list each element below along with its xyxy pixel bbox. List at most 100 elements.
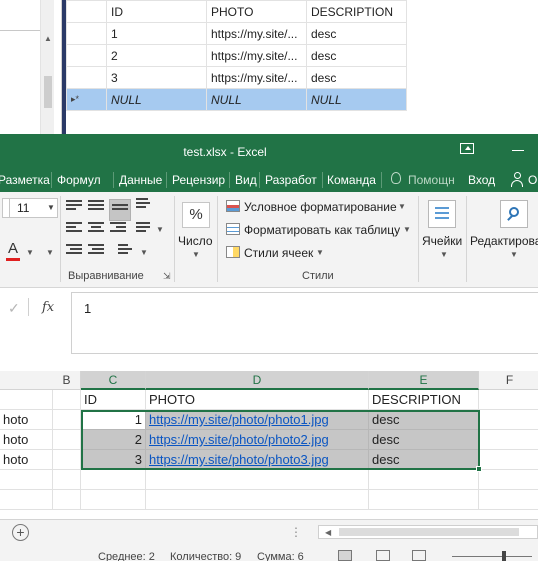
cell-name-partial[interactable]: hoto (0, 430, 53, 450)
chevron-down-icon[interactable]: ▼ (316, 248, 324, 257)
row-header[interactable] (66, 44, 107, 67)
cell-description[interactable]: desc (369, 450, 479, 470)
new-row-marker-icon[interactable]: ▸* (66, 88, 107, 111)
cells-button[interactable]: Ячейки (422, 234, 462, 248)
cell[interactable] (81, 490, 146, 510)
sign-in-link[interactable]: Вход (468, 173, 495, 187)
cell[interactable] (0, 490, 53, 510)
chevron-down-icon[interactable]: ▼ (26, 248, 34, 257)
row-header-corner[interactable] (66, 0, 107, 23)
lightbulb-icon[interactable] (391, 172, 401, 184)
fill-handle[interactable] (476, 466, 482, 472)
cell[interactable] (369, 470, 479, 490)
font-color-icon[interactable]: A (8, 240, 18, 257)
cell[interactable] (146, 470, 369, 490)
cell-description-header[interactable]: DESCRIPTION (369, 390, 479, 410)
check-icon[interactable]: ✓ (8, 300, 20, 317)
format-as-table-button[interactable]: Форматировать как таблицу (244, 223, 400, 237)
cell[interactable] (479, 430, 538, 450)
ribbon-display-options-icon[interactable] (460, 143, 474, 154)
font-size-select[interactable]: 11 ▼ (2, 198, 58, 218)
column-header-b[interactable]: B (53, 371, 81, 390)
align-bottom-icon[interactable] (109, 199, 131, 221)
align-middle-icon[interactable] (88, 200, 104, 214)
column-header-d[interactable]: D (146, 371, 369, 390)
align-center-icon[interactable] (88, 222, 104, 236)
text-direction-icon[interactable] (118, 244, 134, 258)
cell-description[interactable]: desc (306, 66, 407, 89)
row-header[interactable] (66, 66, 107, 89)
cell-id[interactable]: NULL (106, 88, 207, 111)
column-header-a[interactable] (0, 371, 53, 390)
cell-description[interactable]: desc (306, 22, 407, 45)
tab-developer[interactable]: Разработ (265, 173, 317, 187)
cell[interactable] (479, 390, 538, 410)
cell[interactable] (53, 490, 81, 510)
page-break-view-icon[interactable] (412, 550, 426, 561)
chevron-down-icon[interactable]: ▼ (156, 225, 164, 234)
cell[interactable] (53, 390, 81, 410)
column-header-e[interactable]: E (369, 371, 479, 390)
new-row[interactable]: ▸* NULL NULL NULL (66, 88, 407, 111)
cell-photo-link[interactable]: https://my.site/photo/photo1.jpg (146, 410, 369, 430)
cell-description[interactable]: desc (369, 430, 479, 450)
cell-photo[interactable]: https://my.site/... (206, 44, 307, 67)
chevron-down-icon[interactable]: ▼ (46, 248, 54, 257)
align-right-icon[interactable] (110, 222, 126, 236)
photo-link[interactable]: https://my.site/photo/photo2.jpg (149, 432, 329, 447)
align-left-icon[interactable] (66, 222, 82, 236)
minimize-icon[interactable] (512, 150, 524, 151)
chevron-down-icon[interactable]: ▼ (440, 250, 448, 259)
cell-id[interactable]: 1 (81, 410, 146, 430)
table-row[interactable]: 3 https://my.site/... desc (66, 66, 407, 89)
cell-photo[interactable]: NULL (206, 88, 307, 111)
cell-id[interactable]: 2 (81, 430, 146, 450)
column-header-description[interactable]: DESCRIPTION (306, 0, 407, 23)
scroll-left-arrow-icon[interactable]: ◀ (325, 528, 331, 537)
cell-photo[interactable]: https://my.site/... (206, 22, 307, 45)
share-button[interactable]: О (528, 173, 537, 187)
tab-page-layout[interactable]: Разметка (0, 173, 50, 187)
cell-photo-header[interactable]: PHOTO (146, 390, 369, 410)
table-row[interactable]: 1 https://my.site/... desc (66, 22, 407, 45)
cells-icon[interactable] (428, 200, 456, 228)
cell-description[interactable]: NULL (306, 88, 407, 111)
cell-photo-link[interactable]: https://my.site/photo/photo2.jpg (146, 430, 369, 450)
increase-indent-icon[interactable] (88, 244, 104, 258)
insert-function-icon[interactable]: fx (42, 300, 54, 315)
column-header-c[interactable]: C (81, 371, 146, 390)
number-format-button[interactable]: Число (178, 234, 213, 248)
horizontal-scrollbar[interactable]: ◀ (318, 525, 538, 539)
cell-id[interactable]: 3 (106, 66, 207, 89)
add-sheet-icon[interactable]: + (12, 524, 29, 541)
tab-review[interactable]: Рецензир (172, 173, 225, 187)
decrease-indent-icon[interactable] (66, 244, 82, 258)
more-options-icon[interactable]: ⋮ (290, 525, 303, 539)
dialog-launcher-icon[interactable]: ⇲ (163, 271, 171, 282)
chevron-down-icon[interactable]: ▼ (403, 225, 411, 234)
cell[interactable] (479, 470, 538, 490)
conditional-formatting-button[interactable]: Условное форматирование (244, 200, 397, 214)
tab-view[interactable]: Вид (235, 173, 257, 187)
tab-team[interactable]: Команда (327, 173, 376, 187)
share-person-icon[interactable] (510, 172, 524, 188)
normal-view-icon[interactable] (338, 550, 352, 561)
cell[interactable] (0, 390, 53, 410)
orientation-icon[interactable] (136, 198, 152, 212)
tab-data[interactable]: Данные (119, 173, 162, 187)
column-header-id[interactable]: ID (106, 0, 207, 23)
photo-link[interactable]: https://my.site/photo/photo3.jpg (149, 452, 329, 467)
cell-description[interactable]: desc (306, 44, 407, 67)
cell-id-header[interactable]: ID (81, 390, 146, 410)
tell-me-box[interactable]: Помощн (408, 173, 455, 187)
vertical-scrollbar[interactable]: ▲ (40, 0, 54, 134)
page-layout-view-icon[interactable] (376, 550, 390, 561)
cell-description[interactable]: desc (369, 410, 479, 430)
cell-id[interactable]: 2 (106, 44, 207, 67)
scrollbar-thumb[interactable] (44, 76, 52, 108)
cell[interactable] (479, 450, 538, 470)
cell-styles-button[interactable]: Стили ячеек (244, 246, 313, 260)
cell-name-partial[interactable]: hoto (0, 450, 53, 470)
scrollbar-thumb[interactable] (339, 528, 519, 536)
chevron-down-icon[interactable]: ▼ (140, 248, 148, 257)
